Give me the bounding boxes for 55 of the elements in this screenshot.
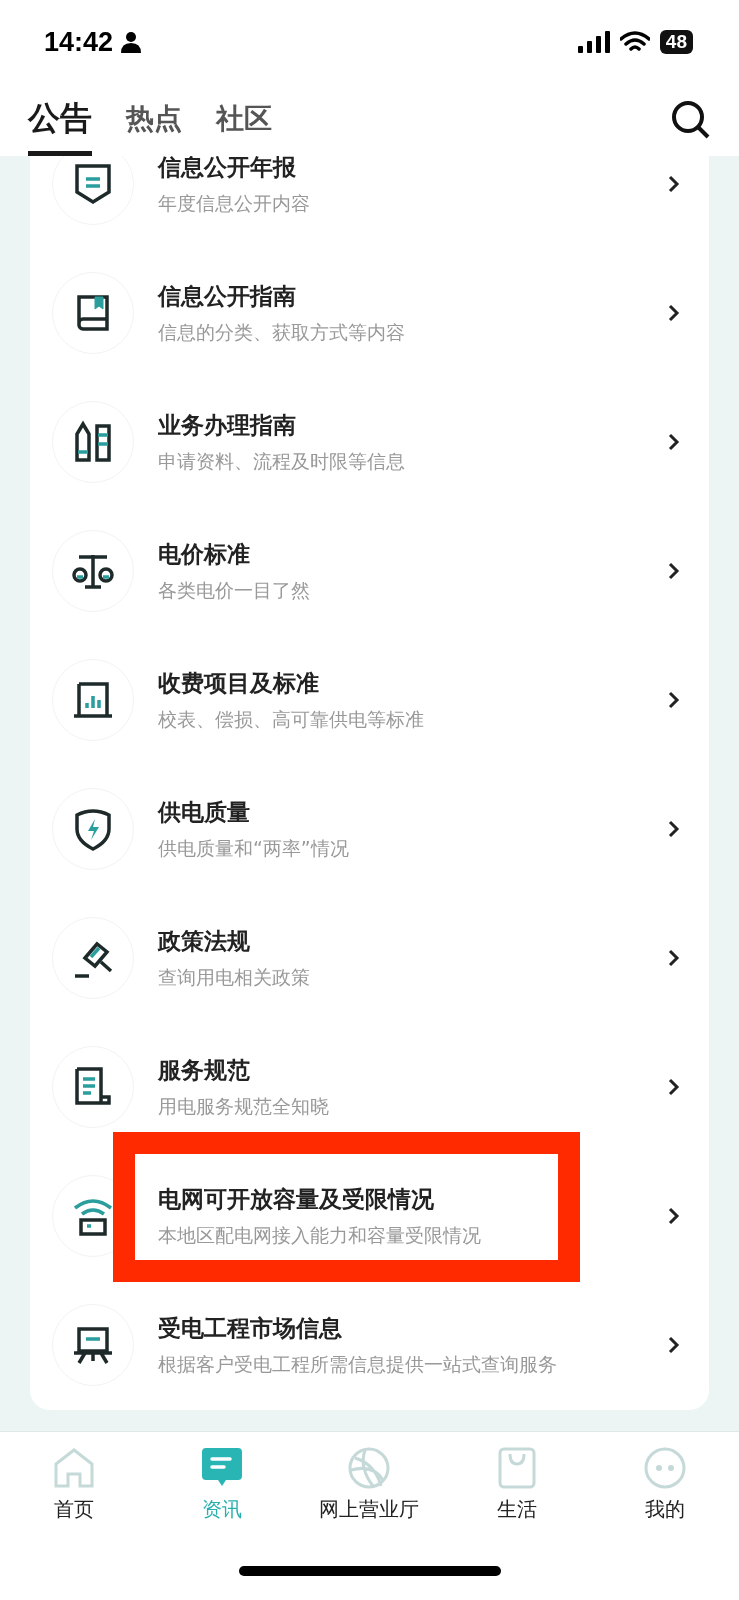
tab[interactable]: 社区 — [216, 99, 272, 153]
wifi-icon — [619, 31, 650, 54]
item-title: 政策法规 — [158, 926, 251, 956]
nav-tab[interactable]: 首页 — [0, 1445, 148, 1523]
item-subtitle: 用电服务规范全知晓 — [158, 1093, 330, 1119]
item-title: 电价标准 — [158, 539, 251, 569]
item-title: 供电质量 — [158, 797, 251, 827]
item-title: 信息公开指南 — [158, 281, 297, 311]
face-icon — [643, 1445, 688, 1490]
item-subtitle: 申请资料、流程及时限等信息 — [158, 448, 406, 474]
chevron-right-icon — [667, 1335, 681, 1356]
globe-icon — [347, 1445, 392, 1490]
list-item[interactable]: 收费项目及标准 校表、偿损、高可靠供电等标准 — [30, 635, 709, 765]
chevron-right-icon — [667, 690, 681, 711]
nav-tab[interactable]: 网上营业厅 — [295, 1445, 444, 1523]
item-subtitle: 根据客户受电工程所需信息提供一站式查询服务 — [158, 1351, 558, 1377]
list-item[interactable]: 政策法规 查询用电相关政策 — [30, 893, 709, 1023]
item-title: 电网可开放容量及受限情况 — [158, 1184, 435, 1214]
item-title: 业务办理指南 — [158, 410, 297, 440]
nav-tab[interactable]: 我的 — [591, 1445, 739, 1523]
chevron-right-icon — [667, 432, 681, 453]
item-subtitle: 供电质量和“两率”情况 — [158, 835, 350, 861]
person-icon — [121, 31, 142, 54]
chevron-right-icon — [667, 303, 681, 324]
item-subtitle: 本地区配电网接入能力和容量受限情况 — [158, 1222, 482, 1248]
battery-level: 48 — [659, 30, 693, 55]
list-item[interactable]: 电网可开放容量及受限情况 本地区配电网接入能力和容量受限情况 — [30, 1151, 709, 1281]
item-subtitle: 校表、偿损、高可靠供电等标准 — [158, 706, 425, 732]
item-title: 信息公开年报 — [158, 155, 297, 182]
list-item[interactable]: 信息公开指南 信息的分类、获取方式等内容 — [30, 248, 709, 378]
list-item[interactable]: 服务规范 用电服务规范全知晓 — [30, 1022, 709, 1152]
list-item[interactable]: 供电质量 供电质量和“两率”情况 — [30, 764, 709, 894]
item-title: 受电工程市场信息 — [158, 1313, 343, 1343]
item-title: 收费项目及标准 — [158, 668, 320, 698]
chevron-right-icon — [667, 819, 681, 840]
item-subtitle: 查询用电相关政策 — [158, 964, 311, 990]
item-title: 服务规范 — [158, 1055, 251, 1085]
list-item[interactable]: 受电工程市场信息 根据客户受电工程所需信息提供一站式查询服务 — [30, 1280, 709, 1410]
list-item[interactable]: 电价标准 各类电价一目了然 — [30, 506, 709, 636]
search-icon — [671, 100, 711, 141]
tab[interactable]: 热点 — [126, 99, 182, 153]
item-subtitle: 各类电价一目了然 — [158, 577, 311, 603]
item-subtitle: 信息的分类、获取方式等内容 — [158, 319, 406, 345]
list-item[interactable]: 信息公开年报 年度信息公开内容 — [30, 155, 709, 249]
search-button[interactable] — [671, 100, 711, 141]
nav-tab[interactable]: 生活 — [443, 1445, 592, 1523]
signal-icon — [577, 31, 610, 54]
chevron-right-icon — [667, 948, 681, 969]
chevron-right-icon — [667, 561, 681, 582]
list-item[interactable]: 业务办理指南 申请资料、流程及时限等信息 — [30, 377, 709, 507]
chevron-right-icon — [667, 174, 681, 195]
chevron-right-icon — [667, 1077, 681, 1098]
chevron-right-icon — [667, 1206, 681, 1227]
status-time: 14:42 — [44, 26, 114, 58]
item-subtitle: 年度信息公开内容 — [158, 190, 311, 216]
